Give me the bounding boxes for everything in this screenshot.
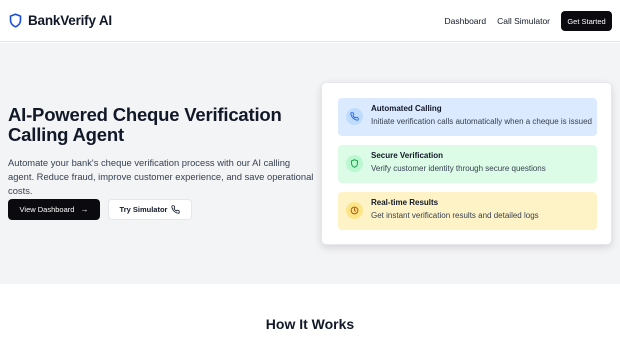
brand-name: BankVerify AI (28, 13, 112, 28)
arrow-right-icon: → (80, 205, 89, 214)
hero-description: Automate your bank's cheque verification… (8, 157, 314, 196)
clock-icon (350, 206, 359, 215)
nav-link-call-simulator[interactable]: Call Simulator (497, 16, 550, 26)
feature-icon-badge (346, 155, 363, 172)
hero-title: AI-Powered Cheque Verification Calling A… (8, 104, 282, 145)
view-dashboard-button[interactable]: View Dashboard → (8, 199, 100, 220)
feature-secure-verification: Secure Verification Verify customer iden… (338, 145, 597, 183)
feature-automated-calling: Automated Calling Initiate verification … (338, 98, 597, 136)
phone-icon (171, 205, 181, 214)
shield-icon (351, 159, 358, 168)
top-navbar: BankVerify AI Dashboard Call Simulator G… (0, 0, 620, 42)
brand-logo[interactable]: BankVerify AI (8, 12, 112, 29)
nav-link-dashboard[interactable]: Dashboard (445, 16, 487, 26)
phone-icon (350, 112, 359, 121)
feature-icon-badge (346, 202, 363, 219)
view-dashboard-label: View Dashboard (19, 205, 75, 214)
feature-title: Automated Calling (371, 104, 442, 113)
feature-icon-badge (346, 108, 363, 125)
features-card: Automated Calling Initiate verification … (321, 82, 612, 245)
shield-icon (9, 13, 22, 28)
hero-section: AI-Powered Cheque Verification Calling A… (0, 43, 620, 284)
feature-description: Initiate verification calls automaticall… (371, 117, 593, 126)
how-it-works-heading: How It Works (265, 316, 355, 332)
feature-description: Verify customer identity through secure … (371, 164, 546, 173)
feature-realtime-results: Real-time Results Get instant verificati… (338, 192, 597, 230)
get-started-button[interactable]: Get Started (561, 11, 612, 31)
nav-links: Dashboard Call Simulator Get Started (445, 11, 612, 31)
feature-title: Real-time Results (371, 198, 439, 207)
try-simulator-label: Try Simulator (119, 205, 168, 214)
try-simulator-button[interactable]: Try Simulator (108, 199, 192, 220)
feature-description: Get instant verification results and det… (371, 211, 539, 220)
feature-title: Secure Verification (371, 151, 444, 160)
